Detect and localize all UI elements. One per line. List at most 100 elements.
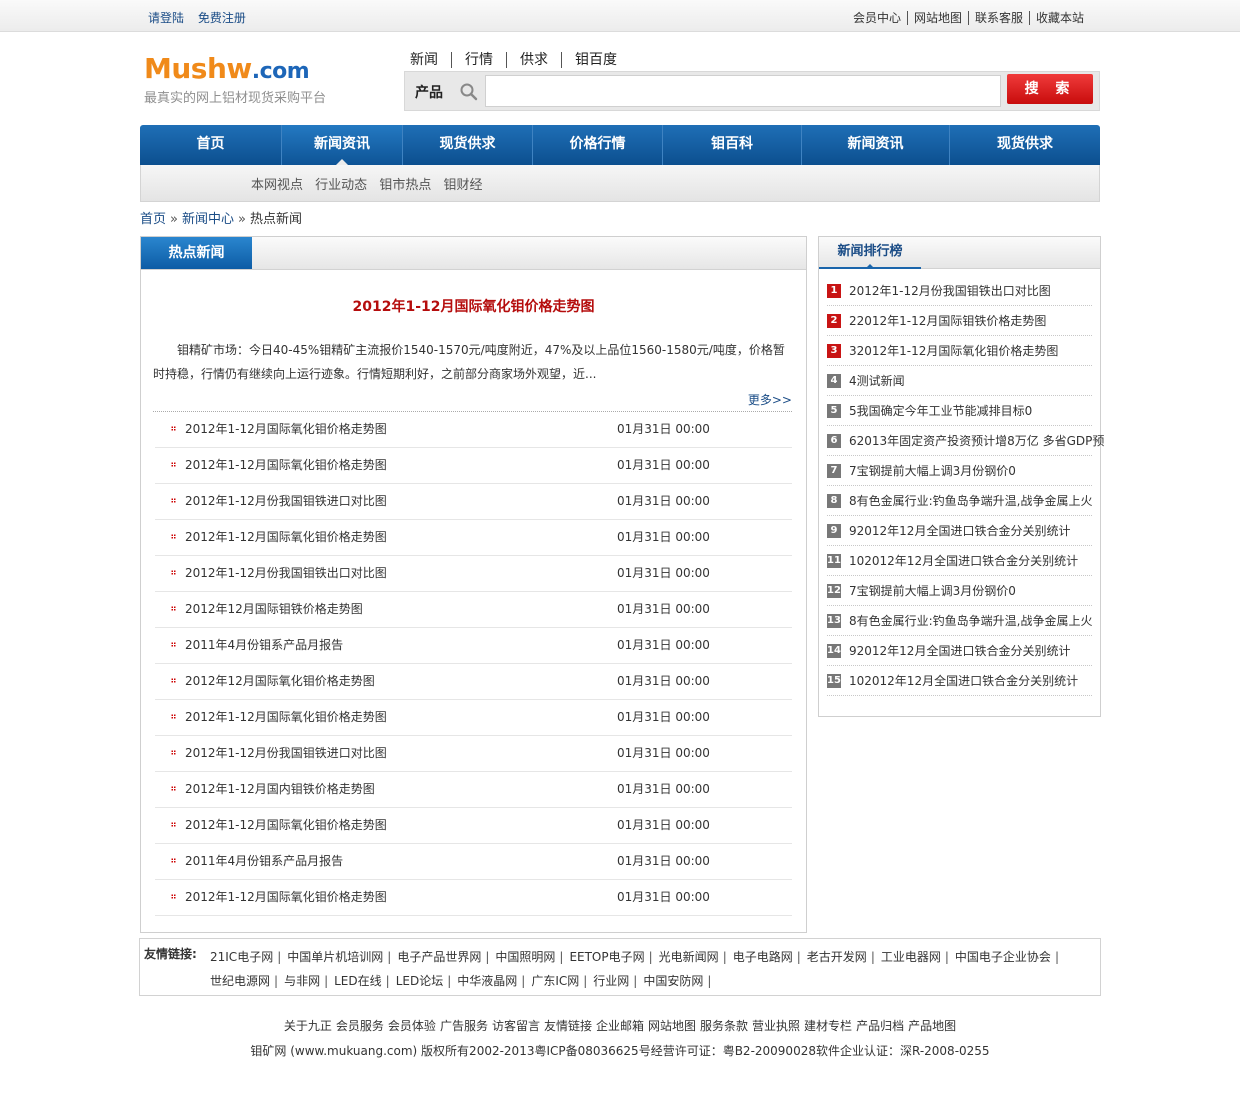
ranking-item[interactable]: 6 62013年固定资产投资预计增8万亿 多省GDP预 <box>827 426 1104 456</box>
friend-link[interactable]: 光电新闻网 <box>659 950 719 964</box>
ranking-title[interactable]: 92012年12月全国进口铁合金分关别统计 <box>849 516 1070 546</box>
ranking-title[interactable]: 7宝钢提前大幅上调3月份钢价0 <box>849 456 1016 486</box>
search-tab-supply[interactable]: 供求 <box>506 52 561 68</box>
news-title[interactable]: 2012年1-12月国际氧化钼价格走势图 <box>185 520 387 554</box>
footer-link[interactable]: 访客留言 <box>492 1019 540 1033</box>
subnav-item-finance[interactable]: 钼财经 <box>443 178 482 193</box>
ranking-title[interactable]: 7宝钢提前大幅上调3月份钢价0 <box>849 576 1016 606</box>
news-title[interactable]: 2012年1-12月国际氧化钼价格走势图 <box>185 808 387 842</box>
news-list-item[interactable]: 2012年1-12月国际氧化钼价格走势图 01月31日 00:00 <box>155 700 792 736</box>
news-title[interactable]: 2012年12月国际氧化钼价格走势图 <box>185 664 375 698</box>
more-link[interactable]: 更多>> <box>748 393 792 407</box>
news-list-item[interactable]: 2012年12月国际氧化钼价格走势图 01月31日 00:00 <box>155 664 792 700</box>
ranking-item[interactable]: 13 8有色金属行业:钓鱼岛争端升温,战争金属上火 <box>827 606 1093 636</box>
friend-link[interactable]: 世纪电源网 <box>210 974 270 988</box>
ranking-title[interactable]: 4测试新闻 <box>849 366 905 396</box>
ranking-item[interactable]: 11 102012年12月全国进口铁合金分关别统计 <box>827 546 1092 576</box>
news-title[interactable]: 2011年4月份钼系产品月报告 <box>185 844 343 878</box>
footer-link[interactable]: 企业邮箱 <box>596 1019 644 1033</box>
news-title[interactable]: 2012年1-12月国际氧化钼价格走势图 <box>185 700 387 734</box>
ranking-title[interactable]: 8有色金属行业:钓鱼岛争端升温,战争金属上火 <box>849 606 1093 636</box>
ranking-item[interactable]: 3 32012年1-12月国际氧化钼价格走势图 <box>827 336 1092 366</box>
friend-link[interactable]: 老古开发网 <box>807 950 867 964</box>
ranking-title[interactable]: 62013年固定资产投资预计增8万亿 多省GDP预 <box>849 426 1104 456</box>
nav-item-encyclopedia[interactable]: 钼百科 <box>663 125 802 165</box>
ranking-title[interactable]: 5我国确定今年工业节能减排目标0 <box>849 396 1032 426</box>
news-list-item[interactable]: 2011年4月份钼系产品月报告 01月31日 00:00 <box>155 844 792 880</box>
hot-news-tab[interactable]: 热点新闻 <box>141 237 252 269</box>
friend-link[interactable]: LED论坛 <box>396 974 444 988</box>
site-map-link[interactable]: 网站地图 <box>906 11 968 25</box>
footer-link[interactable]: 友情链接 <box>544 1019 592 1033</box>
news-title[interactable]: 2011年4月份钼系产品月报告 <box>185 628 343 662</box>
ranking-item[interactable]: 8 8有色金属行业:钓鱼岛争端升温,战争金属上火 <box>827 486 1093 516</box>
news-list-item[interactable]: 2012年1-12月国际氧化钼价格走势图 01月31日 00:00 <box>155 808 792 844</box>
news-list-item[interactable]: 2012年1-12月国内钼铁价格走势图 01月31日 00:00 <box>155 772 792 808</box>
ranking-item[interactable]: 2 22012年1-12月国际钼铁价格走势图 <box>827 306 1092 336</box>
nav-item-news[interactable]: 新闻资讯 <box>282 125 403 165</box>
news-title[interactable]: 2012年1-12月国内钼铁价格走势图 <box>185 772 375 806</box>
ranking-title[interactable]: 8有色金属行业:钓鱼岛争端升温,战争金属上火 <box>849 486 1093 516</box>
nav-item-spot-supply-2[interactable]: 现货供求 <box>950 125 1100 165</box>
news-title[interactable]: 2012年1-12月国际氧化钼价格走势图 <box>185 880 387 914</box>
search-tab-market[interactable]: 行情 <box>451 52 506 68</box>
news-title[interactable]: 2012年1-12月国际氧化钼价格走势图 <box>185 412 387 446</box>
ranking-item[interactable]: 9 92012年12月全国进口铁合金分关别统计 <box>827 516 1092 546</box>
ranking-title[interactable]: 92012年12月全国进口铁合金分关别统计 <box>849 636 1070 666</box>
news-list-item[interactable]: 2012年1-12月份我国钼铁进口对比图 01月31日 00:00 <box>155 736 792 772</box>
search-tab-baidu[interactable]: 钼百度 <box>561 52 630 68</box>
ranking-title[interactable]: 102012年12月全国进口铁合金分关别统计 <box>849 546 1078 576</box>
friend-link[interactable]: 中国安防网 <box>643 974 703 988</box>
friend-link[interactable]: 与非网 <box>284 974 320 988</box>
ranking-item[interactable]: 1 2012年1-12月份我国钼铁出口对比图 <box>827 276 1092 306</box>
ranking-item[interactable]: 12 7宝钢提前大幅上调3月份钢价0 <box>827 576 1092 606</box>
footer-link[interactable]: 会员体验 <box>388 1019 436 1033</box>
footer-link[interactable]: 营业执照 <box>752 1019 800 1033</box>
ranking-item[interactable]: 7 7宝钢提前大幅上调3月份钢价0 <box>827 456 1092 486</box>
search-button[interactable]: 搜 索 <box>1007 74 1093 104</box>
subnav-item-industry[interactable]: 行业动态 <box>315 178 367 193</box>
friend-link[interactable]: EETOP电子网 <box>569 950 644 964</box>
footer-link[interactable]: 会员服务 <box>336 1019 384 1033</box>
friend-link[interactable]: 电子产品世界网 <box>397 950 481 964</box>
news-list-item[interactable]: 2012年1-12月国际氧化钼价格走势图 01月31日 00:00 <box>155 448 792 484</box>
ranking-title[interactable]: 102012年12月全国进口铁合金分关别统计 <box>849 666 1078 696</box>
news-title[interactable]: 2012年1-12月份我国钼铁进口对比图 <box>185 484 387 518</box>
friend-link[interactable]: LED在线 <box>334 974 382 988</box>
news-title[interactable]: 2012年1-12月份我国钼铁进口对比图 <box>185 736 387 770</box>
news-title[interactable]: 2012年12月国际钼铁价格走势图 <box>185 592 363 626</box>
footer-link[interactable]: 产品地图 <box>908 1019 956 1033</box>
ranking-item[interactable]: 14 92012年12月全国进口铁合金分关别统计 <box>827 636 1092 666</box>
friend-link[interactable]: 电子电路网 <box>733 950 793 964</box>
ranking-item[interactable]: 5 5我国确定今年工业节能减排目标0 <box>827 396 1092 426</box>
news-title[interactable]: 2012年1-12月国际氧化钼价格走势图 <box>185 448 387 482</box>
contact-service-link[interactable]: 联系客服 <box>967 11 1029 25</box>
footer-link[interactable]: 服务条款 <box>700 1019 748 1033</box>
friend-link[interactable]: 工业电器网 <box>881 950 941 964</box>
footer-link[interactable]: 建材专栏 <box>804 1019 852 1033</box>
subnav-item-hot[interactable]: 钼市热点 <box>379 178 431 193</box>
breadcrumb-home[interactable]: 首页 <box>140 212 166 227</box>
nav-item-spot-supply[interactable]: 现货供求 <box>403 125 533 165</box>
friend-link[interactable]: 中华液晶网 <box>457 974 517 988</box>
ranking-tab[interactable]: 新闻排行榜 <box>819 237 921 269</box>
featured-headline[interactable]: 2012年1-12月国际氧化钼价格走势图 <box>141 296 806 316</box>
ranking-title[interactable]: 32012年1-12月国际氧化钼价格走势图 <box>849 336 1058 366</box>
footer-link[interactable]: 广告服务 <box>440 1019 488 1033</box>
bookmark-link[interactable]: 收藏本站 <box>1028 11 1090 25</box>
news-list-item[interactable]: 2012年1-12月国际氧化钼价格走势图 01月31日 00:00 <box>155 520 792 556</box>
footer-link[interactable]: 网站地图 <box>648 1019 696 1033</box>
footer-link[interactable]: 产品归档 <box>856 1019 904 1033</box>
search-tab-news[interactable]: 新闻 <box>410 52 451 68</box>
nav-item-home[interactable]: 首页 <box>140 125 282 165</box>
ranking-item[interactable]: 4 4测试新闻 <box>827 366 1092 396</box>
login-link[interactable]: 请登陆 <box>148 11 184 25</box>
nav-item-news-2[interactable]: 新闻资讯 <box>802 125 950 165</box>
breadcrumb-section[interactable]: 新闻中心 <box>182 212 234 227</box>
ranking-item[interactable]: 15 102012年12月全国进口铁合金分关别统计 <box>827 666 1092 696</box>
ranking-title[interactable]: 22012年1-12月国际钼铁价格走势图 <box>849 306 1046 336</box>
ranking-title[interactable]: 2012年1-12月份我国钼铁出口对比图 <box>849 276 1051 306</box>
news-list-item[interactable]: 2012年1-12月份我国钼铁进口对比图 01月31日 00:00 <box>155 484 792 520</box>
news-list-item[interactable]: 2012年1-12月国际氧化钼价格走势图 01月31日 00:00 <box>155 880 792 916</box>
friend-link[interactable]: 中国单片机培训网 <box>287 950 383 964</box>
